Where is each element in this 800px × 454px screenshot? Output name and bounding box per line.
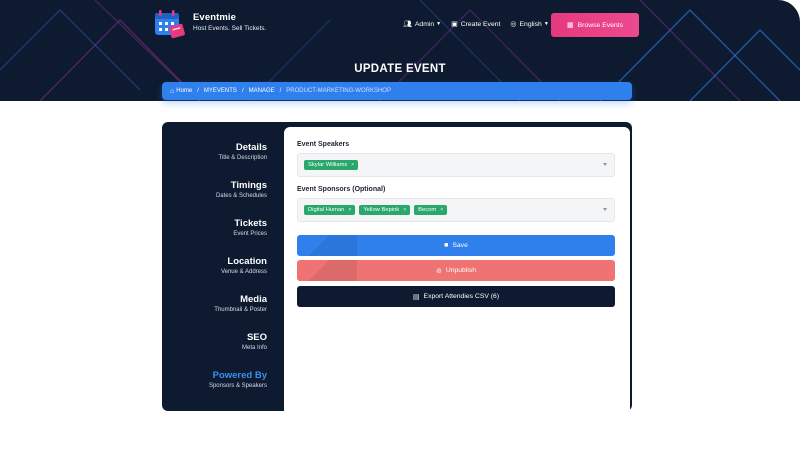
event-speakers-label: Event Speakers bbox=[297, 141, 350, 148]
chip-label: Digital Human bbox=[308, 207, 345, 213]
sidebar-item-tickets[interactable]: Tickets Event Prices bbox=[233, 218, 267, 237]
chip-remove-icon[interactable]: × bbox=[440, 207, 443, 213]
browse-events-label: Browse Events bbox=[577, 21, 623, 29]
sponsor-chip[interactable]: Digital Human × bbox=[304, 205, 356, 215]
nav-create-event-label: Create Event bbox=[460, 20, 501, 28]
eye-slash-icon: ⊘ bbox=[435, 267, 442, 275]
sidebar-item-location[interactable]: Location Venue & Address bbox=[221, 256, 267, 275]
breadcrumb-myevents[interactable]: MYEVENTS bbox=[204, 88, 237, 94]
sidebar-item-media[interactable]: Media Thumbnail & Poster bbox=[214, 294, 267, 313]
caret-down-icon: ▼ bbox=[543, 21, 549, 27]
sidebar-item-subtitle: Event Prices bbox=[233, 231, 267, 237]
chip-remove-icon[interactable]: × bbox=[403, 207, 406, 213]
breadcrumb-current: PRODUCT-MARKETING-WORKSHOP bbox=[286, 88, 391, 94]
sponsor-chip[interactable]: Becom × bbox=[414, 205, 448, 215]
sidebar-item-title: Location bbox=[227, 256, 267, 267]
export-attendees-button[interactable]: ▤ Export Attendies CSV (6) bbox=[297, 286, 615, 307]
calendar-icon: ▦ bbox=[567, 22, 574, 29]
sidebar-item-title: Tickets bbox=[234, 218, 267, 229]
brand-name: Eventmie bbox=[193, 12, 237, 23]
nav-admin-label: Admin bbox=[414, 20, 435, 28]
chip-remove-icon[interactable]: × bbox=[348, 207, 351, 213]
sidebar-item-powered-by[interactable]: Powered By Sponsors & Speakers bbox=[209, 370, 267, 389]
save-label: Save bbox=[452, 242, 468, 249]
breadcrumb-separator: / bbox=[241, 88, 244, 94]
sidebar-item-timings[interactable]: Timings Dates & Schedules bbox=[216, 180, 267, 199]
caret-down-icon: ▼ bbox=[436, 21, 442, 27]
sidebar-item-subtitle: Meta Info bbox=[241, 345, 267, 351]
breadcrumb-separator: / bbox=[279, 88, 282, 94]
breadcrumb-manage[interactable]: MANAGE bbox=[249, 88, 275, 94]
sidebar-item-subtitle: Thumbnail & Poster bbox=[214, 307, 267, 313]
unpublish-button[interactable]: ⊘ Unpublish bbox=[297, 260, 615, 281]
chip-label: Skylar Williams bbox=[308, 162, 348, 168]
nav-language-dropdown[interactable]: ◎ English ▼ bbox=[510, 20, 549, 29]
sidebar-item-seo[interactable]: SEO Meta Info bbox=[242, 332, 267, 351]
sidebar-item-title: Media bbox=[240, 294, 267, 305]
sidebar-item-subtitle: Sponsors & Speakers bbox=[208, 383, 267, 389]
save-button[interactable]: ■ Save bbox=[297, 235, 615, 256]
file-icon: ▤ bbox=[412, 293, 420, 301]
globe-icon: ◎ bbox=[510, 21, 517, 28]
unpublish-label: Unpublish bbox=[445, 267, 477, 274]
nav-create-event[interactable]: ▣ Create Event bbox=[451, 20, 501, 29]
sidebar-item-details[interactable]: Details Title & Description bbox=[219, 142, 267, 161]
sidebar-item-subtitle: Dates & Schedules bbox=[215, 193, 267, 199]
speaker-chips: Skylar Williams × bbox=[304, 160, 362, 170]
export-label: Export Attendies CSV (6) bbox=[423, 293, 500, 300]
sidebar-item-title: SEO bbox=[246, 332, 267, 343]
sidebar-item-subtitle: Title & Description bbox=[218, 155, 267, 161]
save-icon: ■ bbox=[444, 242, 449, 249]
sidebar-item-title: Timings bbox=[230, 180, 267, 191]
button-shade bbox=[297, 235, 357, 256]
brand-tagline: Host Events. Sell Tickets. bbox=[193, 25, 267, 32]
users-icon: 👥︎ bbox=[403, 21, 412, 28]
event-sponsors-select[interactable]: Digital Human × Yellow Bepink × Becom × bbox=[297, 198, 615, 222]
page-title: UPDATE EVENT bbox=[354, 63, 446, 75]
brand[interactable]: Eventmie Host Events. Sell Tickets. bbox=[154, 8, 266, 40]
nav-language-label: English bbox=[519, 20, 542, 28]
sponsor-chips: Digital Human × Yellow Bepink × Becom × bbox=[304, 205, 451, 215]
editor-sidebar: Details Title & Description Timings Date… bbox=[162, 122, 282, 411]
breadcrumb-home[interactable]: Home bbox=[176, 88, 192, 94]
chip-remove-icon[interactable]: × bbox=[351, 162, 354, 168]
sidebar-item-title: Powered By bbox=[212, 370, 267, 381]
button-shade bbox=[297, 260, 357, 281]
breadcrumb: ⌂ Home / MYEVENTS / MANAGE / PRODUCT-MAR… bbox=[162, 82, 632, 100]
top-navigation: 👥︎ Admin ▼ ▣ Create Event ◎ English ▼ bbox=[403, 20, 559, 29]
event-speakers-select[interactable]: Skylar Williams × bbox=[297, 153, 615, 177]
calendar-plus-icon: ▣ bbox=[451, 21, 458, 28]
dropdown-caret-icon[interactable] bbox=[603, 208, 607, 211]
dropdown-caret-icon[interactable] bbox=[603, 163, 607, 166]
speaker-chip[interactable]: Skylar Williams × bbox=[304, 160, 359, 170]
event-sponsors-label: Event Sponsors (Optional) bbox=[297, 186, 386, 193]
sidebar-item-subtitle: Venue & Address bbox=[220, 269, 267, 275]
page: Eventmie Host Events. Sell Tickets. 👥︎ A… bbox=[0, 0, 800, 454]
sidebar-item-title: Details bbox=[235, 142, 267, 153]
browse-events-button[interactable]: ▦ Browse Events bbox=[551, 13, 639, 37]
sponsor-chip[interactable]: Yellow Bepink × bbox=[359, 205, 411, 215]
breadcrumb-separator: / bbox=[197, 88, 199, 94]
powered-by-panel: Event Speakers Skylar Williams × Event S… bbox=[284, 127, 630, 454]
nav-admin-dropdown[interactable]: 👥︎ Admin ▼ bbox=[403, 20, 442, 29]
home-icon: ⌂ bbox=[170, 87, 175, 95]
chip-label: Becom bbox=[418, 207, 437, 213]
calendar-logo-icon bbox=[154, 8, 188, 40]
chip-label: Yellow Bepink bbox=[363, 207, 400, 213]
